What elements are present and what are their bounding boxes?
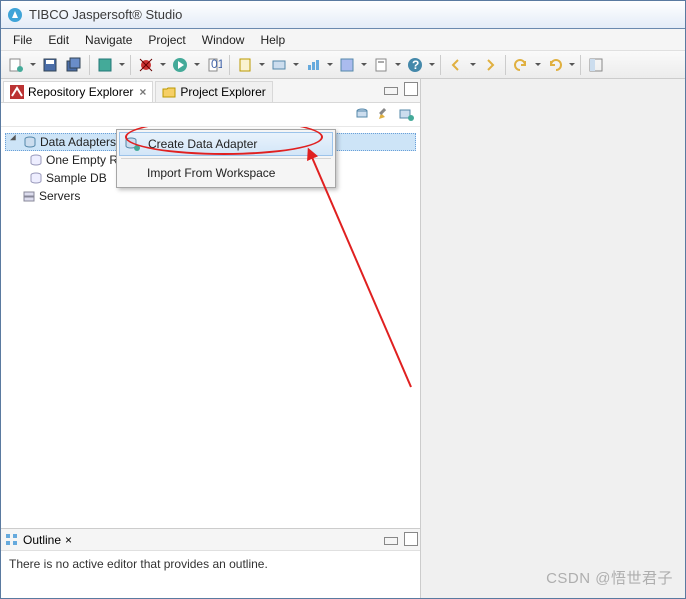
svg-text:010: 010: [211, 57, 222, 71]
close-icon[interactable]: ×: [65, 533, 72, 547]
view-toolbar: [1, 103, 420, 127]
style-dropdown[interactable]: [360, 60, 368, 69]
outline-tabstrip: Outline ×: [1, 529, 420, 551]
tree-node-servers[interactable]: Servers: [5, 187, 416, 205]
editor-area: [421, 79, 685, 598]
template-dropdown[interactable]: [394, 60, 402, 69]
database-icon: [23, 135, 37, 149]
build-button[interactable]: [94, 54, 116, 76]
run-dropdown[interactable]: [193, 60, 201, 69]
close-icon[interactable]: ×: [139, 85, 146, 99]
nav-back-dropdown[interactable]: [469, 60, 477, 69]
minimize-view-icon[interactable]: [384, 537, 398, 545]
debug-dropdown[interactable]: [159, 60, 167, 69]
repository-icon: [10, 85, 24, 99]
debug-button[interactable]: [135, 54, 157, 76]
left-pane: Repository Explorer × Project Explorer D…: [1, 79, 421, 598]
help-dropdown[interactable]: [428, 60, 436, 69]
toolbar-separator: [580, 55, 581, 75]
nav-fwd-button[interactable]: [479, 54, 501, 76]
menu-file[interactable]: File: [5, 31, 40, 49]
report-button[interactable]: [234, 54, 256, 76]
database-icon: [29, 153, 43, 167]
client-area: Repository Explorer × Project Explorer D…: [1, 79, 685, 598]
app-icon: [7, 7, 23, 23]
menu-help[interactable]: Help: [252, 31, 293, 49]
repository-tree[interactable]: Data Adapters One Empty Record Sample DB…: [1, 127, 420, 528]
new-button[interactable]: [5, 54, 27, 76]
toolbar-separator: [440, 55, 441, 75]
maximize-view-icon[interactable]: [404, 532, 418, 546]
tab-label: Project Explorer: [180, 85, 265, 99]
template-button[interactable]: [370, 54, 392, 76]
outline-panel: Outline × There is no active editor that…: [1, 528, 420, 598]
style-button[interactable]: [336, 54, 358, 76]
tab-label: Repository Explorer: [28, 85, 133, 99]
menu-item-label: Create Data Adapter: [148, 137, 257, 151]
perspective-button[interactable]: [585, 54, 607, 76]
database-add-icon: [124, 136, 140, 152]
build-dropdown[interactable]: [118, 60, 126, 69]
titlebar: TIBCO Jaspersoft® Studio: [1, 1, 685, 29]
expand-icon[interactable]: [10, 137, 20, 147]
chart-dropdown[interactable]: [326, 60, 334, 69]
compile-button[interactable]: 010: [203, 54, 225, 76]
outline-empty-text: There is no active editor that provides …: [9, 557, 268, 571]
report-dropdown[interactable]: [258, 60, 266, 69]
server-icon: [22, 189, 36, 203]
blank-icon: [123, 165, 139, 181]
toolbar-separator: [130, 55, 131, 75]
tree-label: Servers: [39, 189, 80, 203]
menu-navigate[interactable]: Navigate: [77, 31, 140, 49]
nav-back-button[interactable]: [445, 54, 467, 76]
view-tabstrip: Repository Explorer × Project Explorer: [1, 79, 420, 103]
new-dropdown[interactable]: [29, 60, 37, 69]
tab-repository-explorer[interactable]: Repository Explorer ×: [3, 81, 153, 102]
toolbar-separator: [89, 55, 90, 75]
new-adapter-icon[interactable]: [354, 106, 372, 124]
svg-text:?: ?: [412, 58, 419, 72]
menubar: File Edit Navigate Project Window Help: [1, 29, 685, 51]
folder-icon: [162, 85, 176, 99]
database-icon: [29, 171, 43, 185]
save-all-button[interactable]: [63, 54, 85, 76]
help-button[interactable]: ?: [404, 54, 426, 76]
tree-label: Data Adapters: [40, 135, 116, 149]
minimize-view-icon[interactable]: [384, 87, 398, 95]
edit-adapter-icon[interactable]: [376, 106, 394, 124]
app-title: TIBCO Jaspersoft® Studio: [29, 7, 182, 22]
chart-button[interactable]: [302, 54, 324, 76]
menu-project[interactable]: Project: [140, 31, 193, 49]
menu-item-label: Import From Workspace: [147, 166, 275, 180]
dataset-dropdown[interactable]: [292, 60, 300, 69]
undo-button[interactable]: [510, 54, 532, 76]
menu-item-create-data-adapter[interactable]: Create Data Adapter: [119, 132, 333, 156]
redo-dropdown[interactable]: [568, 60, 576, 69]
toolbar-separator: [505, 55, 506, 75]
tree-label: Sample DB: [46, 171, 107, 185]
tab-project-explorer[interactable]: Project Explorer: [155, 81, 272, 102]
save-button[interactable]: [39, 54, 61, 76]
menu-separator: [121, 158, 331, 159]
toolbar-separator: [229, 55, 230, 75]
menu-window[interactable]: Window: [194, 31, 253, 49]
maximize-view-icon[interactable]: [404, 82, 418, 96]
run-button[interactable]: [169, 54, 191, 76]
redo-button[interactable]: [544, 54, 566, 76]
outline-body: There is no active editor that provides …: [1, 551, 420, 598]
menu-edit[interactable]: Edit: [40, 31, 77, 49]
dataset-button[interactable]: [268, 54, 290, 76]
undo-dropdown[interactable]: [534, 60, 542, 69]
main-toolbar: 010 ?: [1, 51, 685, 79]
outline-icon: [5, 533, 19, 547]
context-menu: Create Data Adapter Import From Workspac…: [116, 129, 336, 188]
add-server-icon[interactable]: [398, 106, 416, 124]
outline-title: Outline: [23, 533, 61, 547]
menu-item-import-from-workspace[interactable]: Import From Workspace: [119, 161, 333, 185]
